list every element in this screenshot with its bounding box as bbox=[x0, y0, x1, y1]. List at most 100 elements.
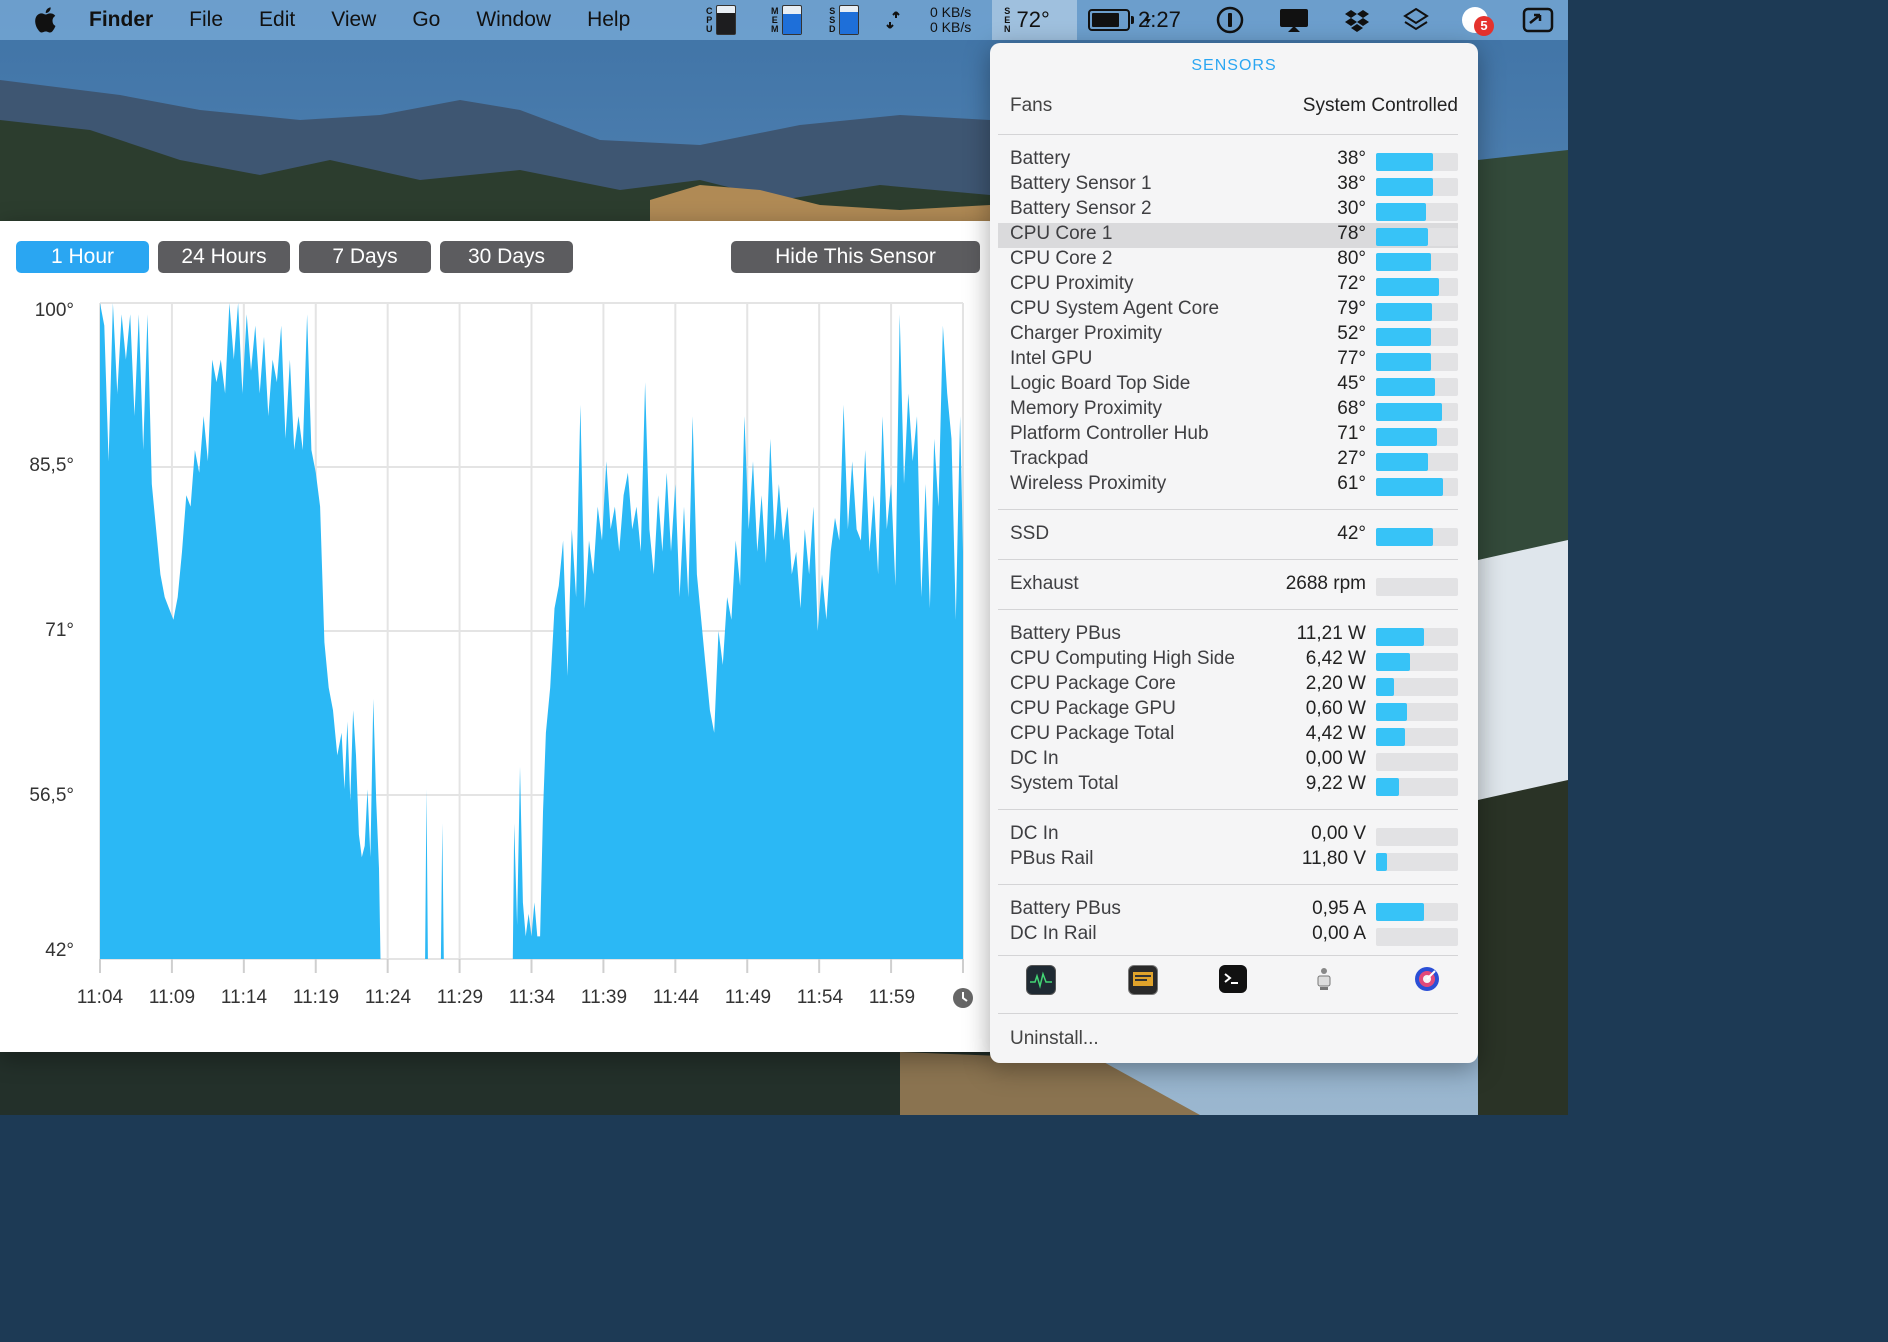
sensor-value: 52° bbox=[1337, 323, 1366, 344]
sensor-value: 72° bbox=[1337, 273, 1366, 294]
cpu-meter bbox=[715, 5, 736, 35]
notification-app-icon[interactable]: 5 bbox=[1462, 0, 1494, 40]
clock-icon[interactable] bbox=[952, 987, 974, 1009]
sensor-row[interactable]: Exhaust 2688 rpm bbox=[1010, 573, 1458, 598]
dropbox-icon[interactable] bbox=[1344, 0, 1370, 40]
sensor-name: CPU Core 1 bbox=[1010, 223, 1113, 244]
sensor-row[interactable]: Battery PBus 0,95 A bbox=[1010, 898, 1458, 923]
sensor-name: Battery Sensor 2 bbox=[1010, 198, 1152, 219]
x-axis-label: 11:19 bbox=[292, 987, 340, 1008]
console-icon[interactable] bbox=[1128, 965, 1158, 995]
sensor-value: 71° bbox=[1337, 423, 1366, 444]
x-axis-label: 11:59 bbox=[868, 987, 916, 1008]
menu-window[interactable]: Window bbox=[476, 8, 551, 32]
divider bbox=[998, 809, 1458, 810]
sensor-name: Wireless Proximity bbox=[1010, 473, 1167, 494]
sensor-value: 30° bbox=[1337, 198, 1366, 219]
menu-help[interactable]: Help bbox=[587, 8, 630, 32]
fans-value: System Controlled bbox=[1302, 95, 1458, 116]
sensor-name: CPU Package Core bbox=[1010, 673, 1176, 694]
sensor-row[interactable]: Intel GPU 77° bbox=[1010, 348, 1458, 373]
menu-app-name[interactable]: Finder bbox=[89, 8, 153, 32]
menu-file[interactable]: File bbox=[189, 8, 223, 32]
divider bbox=[998, 559, 1458, 560]
display-icon[interactable] bbox=[1278, 0, 1310, 40]
sensor-level-bar bbox=[1376, 628, 1458, 646]
sensor-level-bar bbox=[1376, 828, 1458, 846]
menu-view[interactable]: View bbox=[331, 8, 376, 32]
sensor-row[interactable]: System Total 9,22 W bbox=[1010, 773, 1458, 798]
activity-monitor-icon[interactable] bbox=[1026, 965, 1056, 995]
sensor-row[interactable]: DC In 0,00 W bbox=[1010, 748, 1458, 773]
network-arrows-icon[interactable] bbox=[884, 0, 902, 40]
sensor-level-bar bbox=[1376, 278, 1458, 296]
sensor-row[interactable]: CPU System Agent Core 79° bbox=[1010, 298, 1458, 323]
sensor-row[interactable]: Memory Proximity 68° bbox=[1010, 398, 1458, 423]
menu-go[interactable]: Go bbox=[412, 8, 440, 32]
apple-icon[interactable] bbox=[32, 5, 62, 35]
sensor-row[interactable]: DC In 0,00 V bbox=[1010, 823, 1458, 848]
sensor-row[interactable]: CPU Package Core 2,20 W bbox=[1010, 673, 1458, 698]
sensor-row[interactable]: Trackpad 27° bbox=[1010, 448, 1458, 473]
sensor-row[interactable]: Battery Sensor 2 30° bbox=[1010, 198, 1458, 223]
tool-icons bbox=[990, 965, 1478, 1005]
sensor-row[interactable]: CPU Core 2 80° bbox=[1010, 248, 1458, 273]
sensor-value: 38° bbox=[1337, 173, 1366, 194]
clock[interactable]: 2:27 bbox=[1138, 0, 1181, 40]
sensor-row[interactable]: Battery 38° bbox=[1010, 148, 1458, 173]
terminal-icon[interactable] bbox=[1219, 965, 1247, 993]
sensor-row[interactable]: Logic Board Top Side 45° bbox=[1010, 373, 1458, 398]
sensor-row[interactable]: Battery Sensor 1 38° bbox=[1010, 173, 1458, 198]
sensor-row[interactable]: CPU Package GPU 0,60 W bbox=[1010, 698, 1458, 723]
menu-edit[interactable]: Edit bbox=[259, 8, 295, 32]
sensor-level-bar bbox=[1376, 328, 1458, 346]
fans-row[interactable]: Fans System Controlled bbox=[1010, 95, 1458, 117]
sensor-row[interactable]: PBus Rail 11,80 V bbox=[1010, 848, 1458, 873]
sensor-value: 11,21 W bbox=[1296, 623, 1366, 644]
disk-utility-icon[interactable] bbox=[1413, 965, 1441, 993]
sensor-row[interactable]: CPU Proximity 72° bbox=[1010, 273, 1458, 298]
cpu-status-item[interactable]: CPU bbox=[706, 0, 736, 40]
sensor-name: CPU Package Total bbox=[1010, 723, 1175, 744]
sensor-value: 4,42 W bbox=[1305, 723, 1366, 744]
sensor-row[interactable]: CPU Core 1 78° bbox=[998, 223, 1458, 248]
system-information-icon[interactable] bbox=[1310, 965, 1338, 993]
network-speed[interactable]: 0 KB/s 0 KB/s bbox=[930, 0, 971, 40]
sensor-value: 80° bbox=[1337, 248, 1366, 269]
sensor-name: Exhaust bbox=[1010, 573, 1079, 594]
sensor-row[interactable]: Wireless Proximity 61° bbox=[1010, 473, 1458, 498]
sensor-row[interactable]: Battery PBus 11,21 W bbox=[1010, 623, 1458, 648]
onepassword-icon[interactable] bbox=[1216, 0, 1244, 40]
battery-icon bbox=[1088, 9, 1134, 31]
sensor-row[interactable]: DC In Rail 0,00 A bbox=[1010, 923, 1458, 948]
ssd-status-item[interactable]: SSD bbox=[829, 0, 859, 40]
memory-status-item[interactable]: MEM bbox=[771, 0, 802, 40]
sensor-row[interactable]: CPU Computing High Side 6,42 W bbox=[1010, 648, 1458, 673]
sensor-value: 0,00 A bbox=[1312, 923, 1366, 944]
sensor-level-bar bbox=[1376, 203, 1458, 221]
layers-icon[interactable] bbox=[1402, 0, 1430, 40]
sensor-value: 27° bbox=[1337, 448, 1366, 469]
sensor-level-bar bbox=[1376, 678, 1458, 696]
temperature-chart bbox=[99, 302, 964, 973]
sensor-row[interactable]: SSD 42° bbox=[1010, 523, 1458, 548]
sensor-row[interactable]: Charger Proximity 52° bbox=[1010, 323, 1458, 348]
sensor-value: 68° bbox=[1337, 398, 1366, 419]
sensor-value: 0,60 W bbox=[1305, 698, 1366, 719]
sensor-value: 79° bbox=[1337, 298, 1366, 319]
sensor-name: Battery Sensor 1 bbox=[1010, 173, 1152, 194]
sensor-row[interactable]: Platform Controller Hub 71° bbox=[1010, 423, 1458, 448]
control-center-icon[interactable] bbox=[1522, 0, 1554, 40]
sensor-name: PBus Rail bbox=[1010, 848, 1094, 869]
sensor-name: System Total bbox=[1010, 773, 1119, 794]
memory-meter bbox=[781, 5, 802, 35]
sensor-name: Intel GPU bbox=[1010, 348, 1093, 369]
uninstall-menu-item[interactable]: Uninstall... bbox=[1010, 1028, 1099, 1050]
x-axis-label: 11:39 bbox=[580, 987, 628, 1008]
sensor-level-bar bbox=[1376, 353, 1458, 371]
sensors-status-item[interactable]: SEN 72° bbox=[992, 0, 1077, 40]
x-axis-label: 11:14 bbox=[220, 987, 268, 1008]
sensor-row[interactable]: CPU Package Total 4,42 W bbox=[1010, 723, 1458, 748]
sensor-value: 2,20 W bbox=[1305, 673, 1366, 694]
sensor-level-bar bbox=[1376, 153, 1458, 171]
